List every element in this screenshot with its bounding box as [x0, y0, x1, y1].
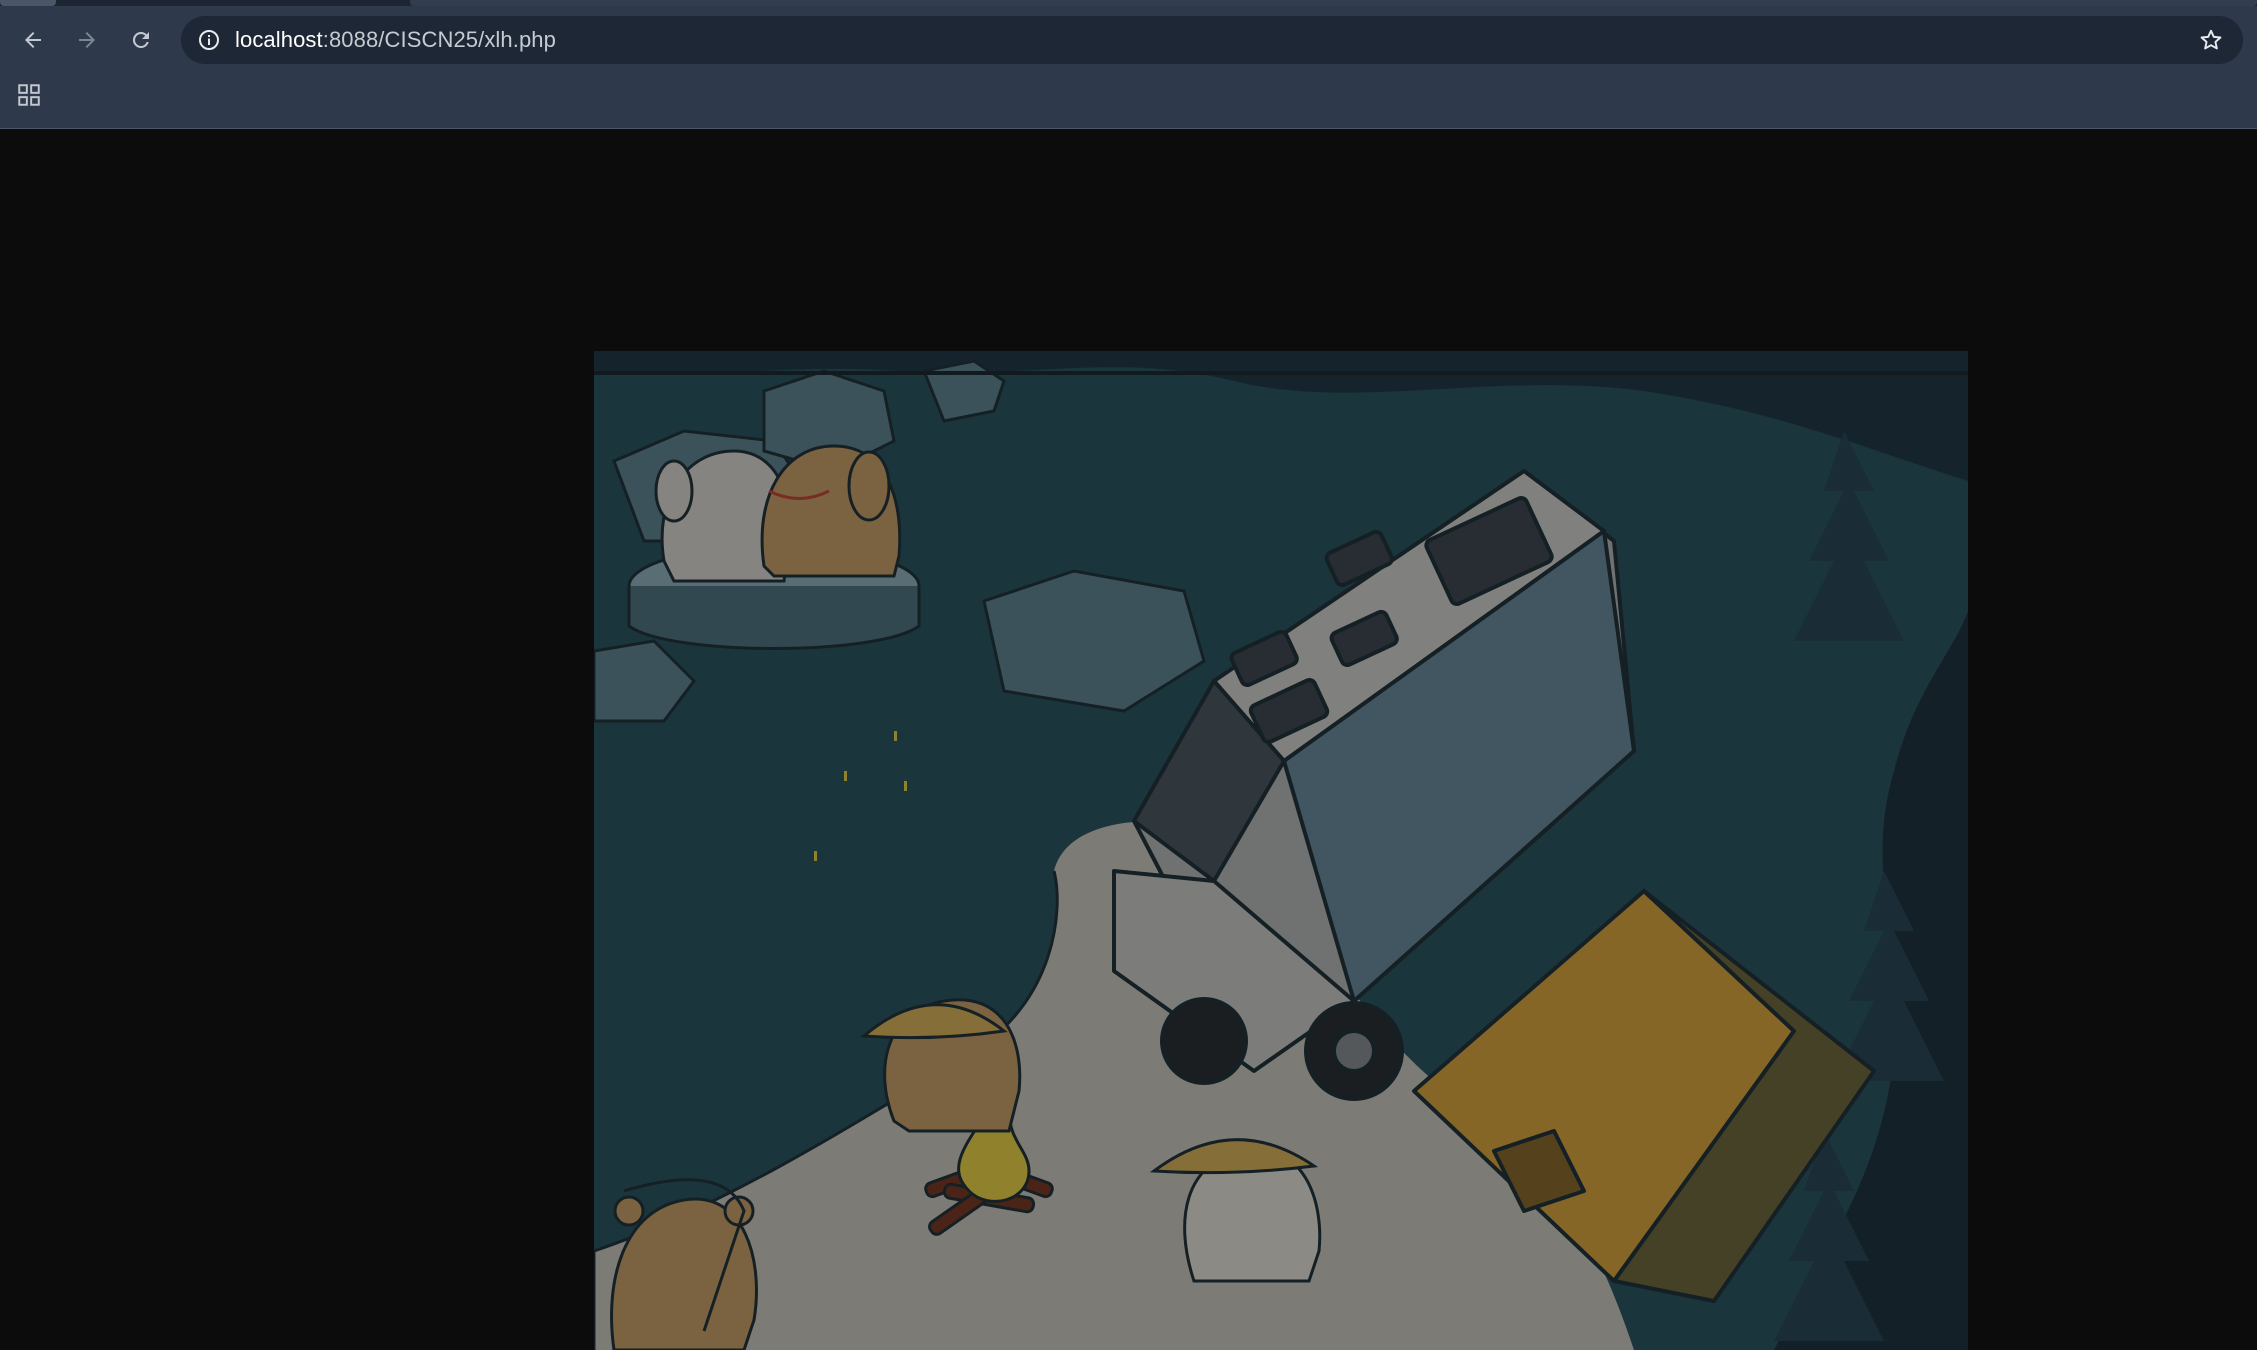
tab-edge[interactable]	[410, 0, 2257, 6]
forward-button[interactable]	[67, 20, 107, 60]
url-text[interactable]: localhost:8088/CISCN25/xlh.php	[235, 16, 556, 64]
apps-button[interactable]	[14, 80, 44, 110]
bookmark-button[interactable]	[2197, 26, 2225, 54]
info-circle-icon	[199, 30, 219, 50]
camping-illustration	[594, 351, 1968, 1350]
apps-grid-icon	[18, 84, 40, 106]
url-host: localhost	[235, 27, 323, 52]
tab-edge[interactable]	[0, 0, 56, 6]
scene-artwork	[594, 351, 1968, 1350]
star-outline-icon	[2200, 29, 2222, 50]
reload-button[interactable]	[121, 20, 161, 60]
arrow-left-icon	[25, 32, 41, 48]
arrow-right-icon	[79, 32, 95, 48]
url-path: :8088/CISCN25/xlh.php	[322, 27, 556, 52]
tab-strip	[0, 0, 2257, 6]
browser-toolbar: localhost:8088/CISCN25/xlh.php	[0, 0, 2257, 129]
address-bar[interactable]: localhost:8088/CISCN25/xlh.php	[181, 16, 2243, 64]
reload-icon	[132, 31, 149, 48]
back-button[interactable]	[13, 20, 53, 60]
page-content	[0, 129, 2257, 1350]
site-info-button[interactable]	[195, 26, 223, 54]
